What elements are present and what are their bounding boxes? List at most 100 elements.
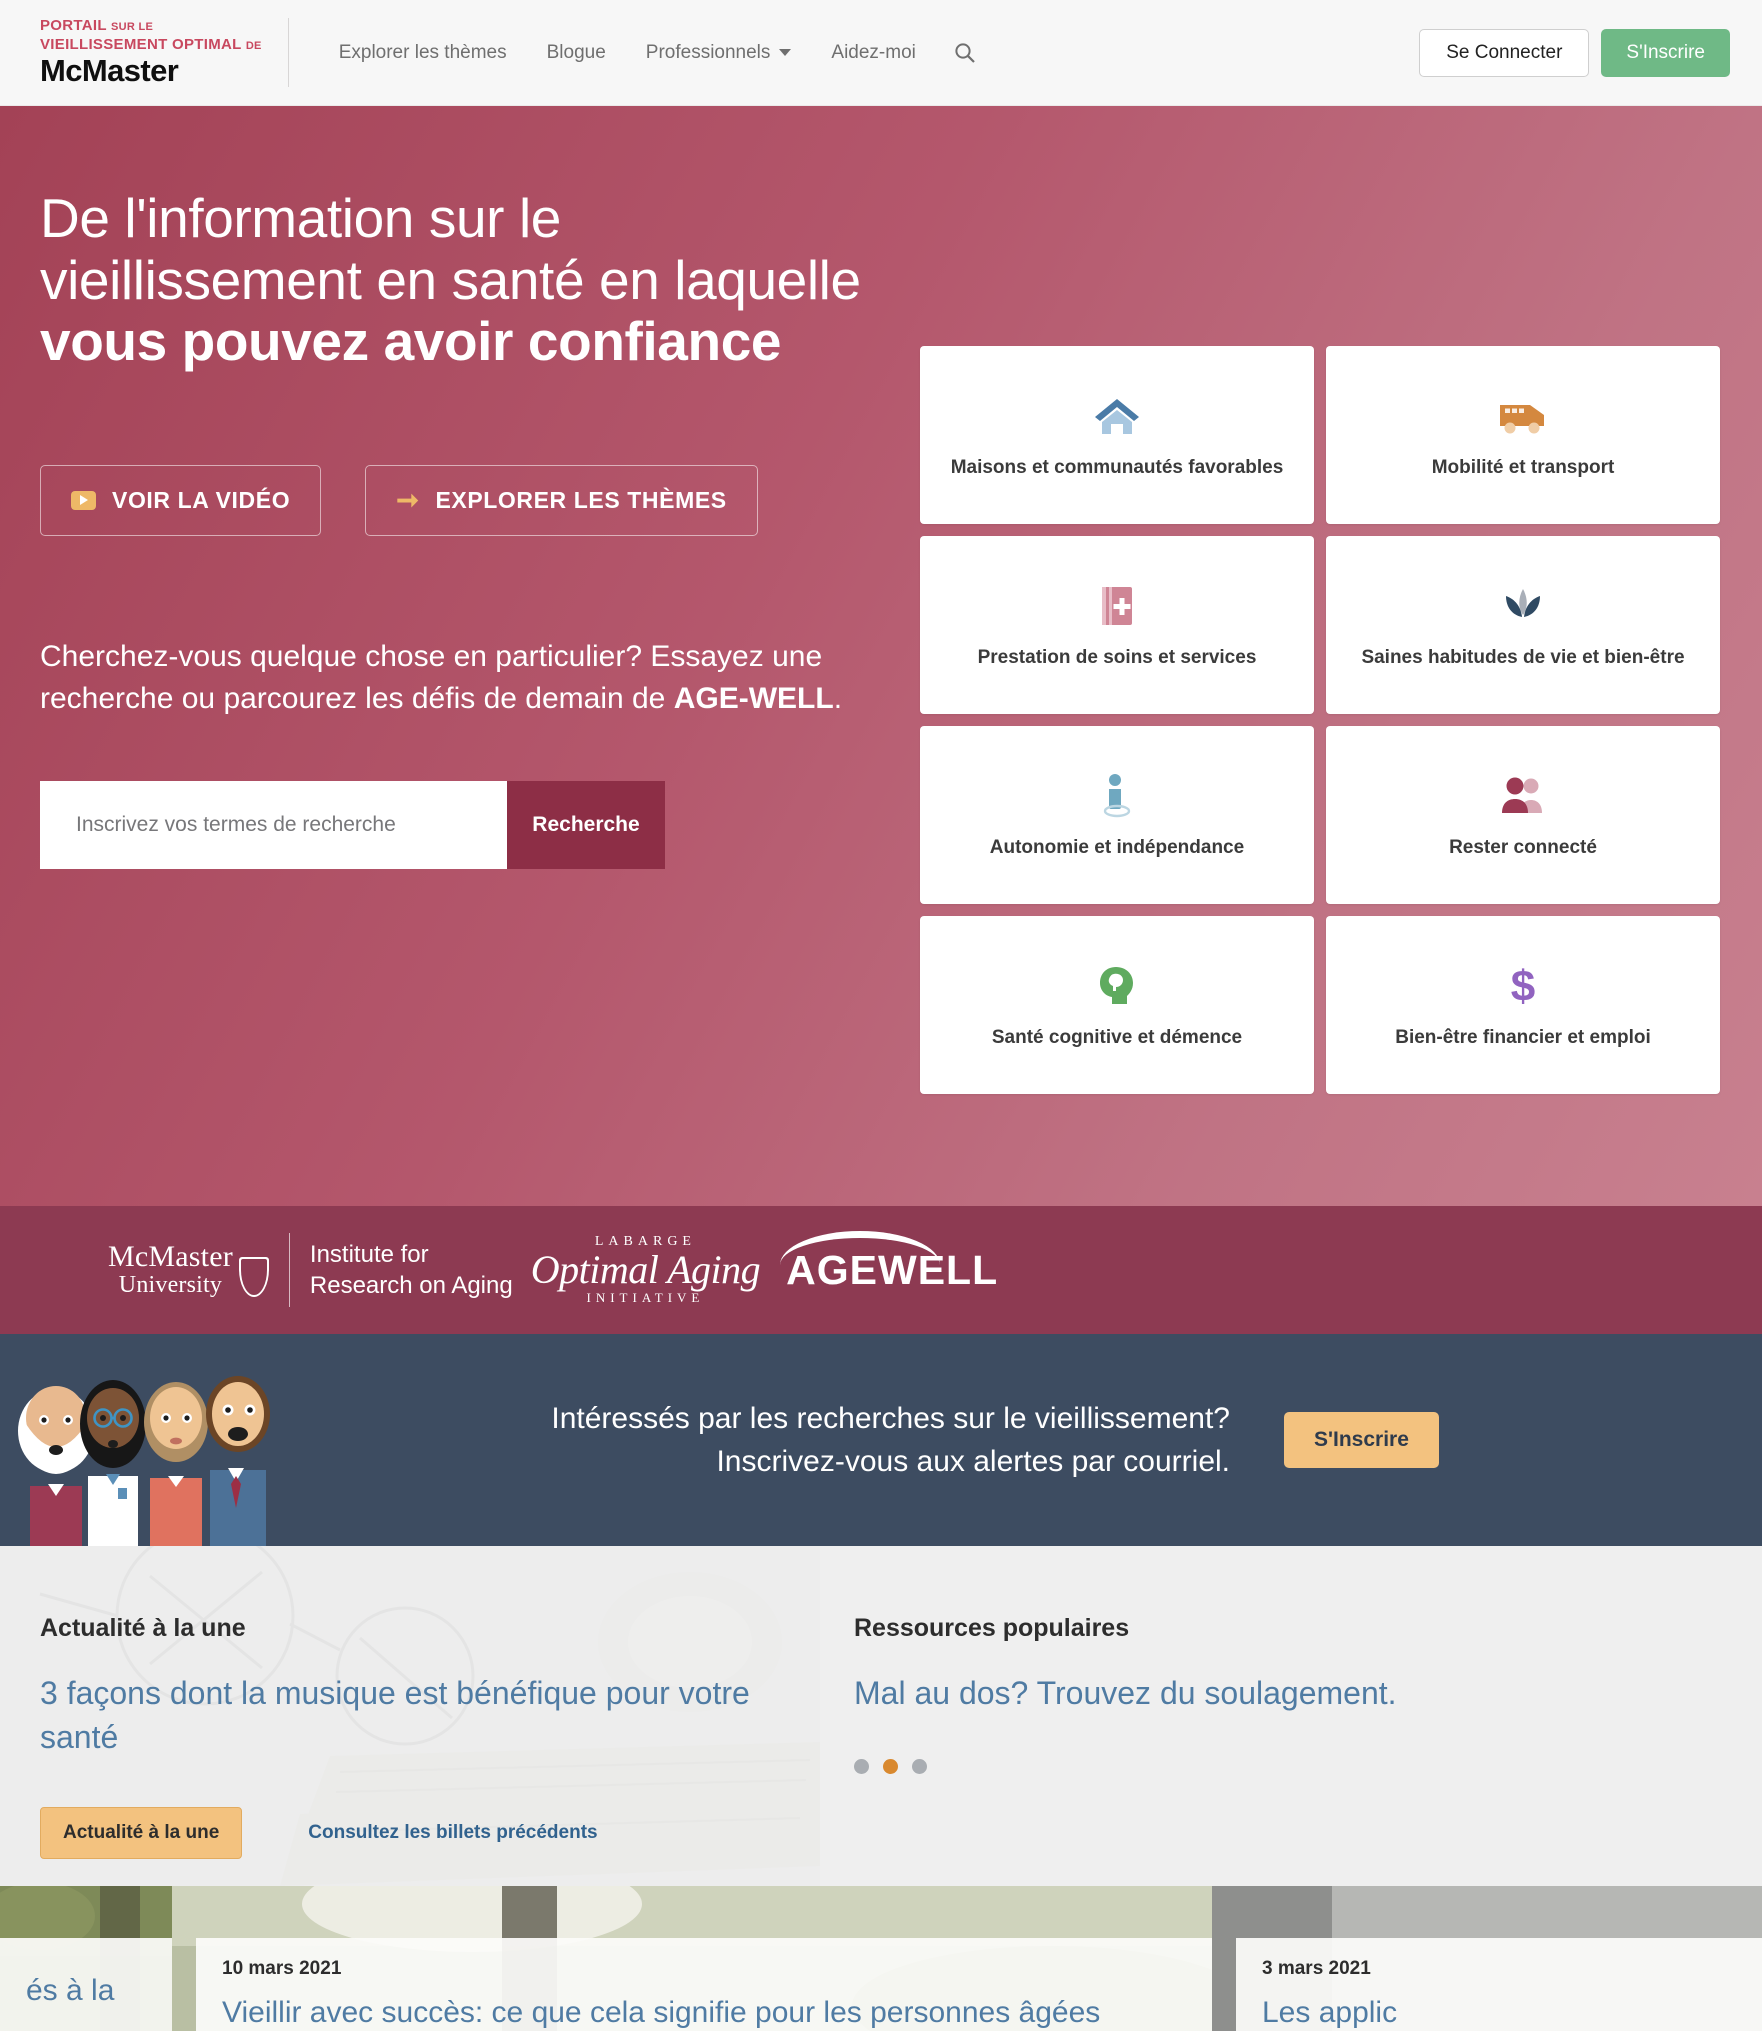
carousel-dot-2[interactable] xyxy=(883,1759,898,1775)
post-card-body-2: 10 mars 2021 Vieillir avec succès: ce qu… xyxy=(196,1938,1212,2031)
hero-right-column: Maisons et communautés favorables Mobili… xyxy=(920,188,1722,1206)
topic-card-autonomie-et-independance[interactable]: Autonomie et indépendance xyxy=(920,726,1314,904)
hero-heading: De l'information sur le vieillissement e… xyxy=(40,187,880,373)
search-icon[interactable] xyxy=(936,32,994,74)
lotus-leaf-icon xyxy=(1501,579,1545,633)
main-menu: Explorer les thèmes Blogue Professionnel… xyxy=(319,32,994,74)
blog-post-card-3[interactable]: 3 mars 2021 Les applic xyxy=(1212,1886,1762,2031)
bus-icon xyxy=(1496,389,1550,443)
head-brain-icon xyxy=(1094,959,1140,1013)
people-illustration xyxy=(18,1376,270,1546)
blog-post-card-2[interactable]: 10 mars 2021 Vieillir avec succès: ce qu… xyxy=(172,1886,1212,2031)
popular-resources-kicker: Ressources populaires xyxy=(854,1614,1130,1642)
site-logo[interactable]: PORTAIL SUR LE VIEILLISSEMENT OPTIMAL DE… xyxy=(40,17,288,88)
topic-card-maisons-et-communautes-favorables[interactable]: Maisons et communautés favorables xyxy=(920,346,1314,524)
topic-card-grid: Maisons et communautés favorables Mobili… xyxy=(920,346,1720,1094)
featured-news-actions: Actualité à la une Consultez les billets… xyxy=(40,1807,800,1860)
newsletter-signup-band: Intéressés par les recherches sur le vie… xyxy=(0,1334,1762,1546)
blog-post-strip: és à la 10 mars 2021 Vieillir avec succè… xyxy=(0,1886,1762,2031)
newsletter-signup-button[interactable]: S'Inscrire xyxy=(1284,1412,1439,1468)
topic-card-prestation-de-soins-et-services[interactable]: Prestation de soins et services xyxy=(920,536,1314,714)
topic-card-label: Autonomie et indépendance xyxy=(989,837,1245,859)
two-people-icon xyxy=(1498,769,1548,823)
house-icon xyxy=(1092,389,1142,443)
post-card-body-1: és à la xyxy=(0,1938,172,2031)
carousel-dots xyxy=(854,1759,1722,1775)
chevron-down-icon xyxy=(779,49,792,56)
search-input[interactable] xyxy=(40,780,507,869)
topic-card-sante-cognitive-et-demence[interactable]: Santé cognitive et démence xyxy=(920,916,1314,1094)
popular-resources-column: Ressources populaires Mal au dos? Trouve… xyxy=(800,1614,1722,1886)
mcmaster-university-logo: McMaster University xyxy=(108,1242,269,1298)
partner-logo-band: McMaster University Institute for Resear… xyxy=(0,1206,1762,1334)
watch-video-label: VOIR LA VIDÉO xyxy=(112,486,291,513)
brand-mcmaster: McMaster xyxy=(40,53,179,89)
popular-resource-title[interactable]: Mal au dos? Trouvez du soulagement. xyxy=(854,1671,1722,1715)
topic-card-mobilite-et-transport[interactable]: Mobilité et transport xyxy=(1326,346,1720,524)
hero-left-column: De l'information sur le vieillissement e… xyxy=(40,187,920,1206)
featured-news-title[interactable]: 3 façons dont la musique est bénéfique p… xyxy=(40,1671,800,1759)
post-date-3: 3 mars 2021 xyxy=(1262,1958,1371,1979)
nav-item-professionnels[interactable]: Professionnels xyxy=(626,32,812,74)
newsletter-copy: Intéressés par les recherches sur le vie… xyxy=(540,1397,1230,1484)
post-title-3[interactable]: Les applic xyxy=(1262,1994,1736,2031)
post-title-2[interactable]: Vieillir avec succès: ce que cela signif… xyxy=(222,1994,1186,2031)
nav-item-aidez-moi[interactable]: Aidez-moi xyxy=(811,32,935,74)
hero-heading-light: De l'information sur le vieillissement e… xyxy=(40,187,861,311)
topic-card-label: Saines habitudes de vie et bien-être xyxy=(1361,647,1685,669)
labarge-optimal-aging-initiative-logo: LABARGE Optimal Aging INITIATIVE xyxy=(530,1234,761,1305)
carousel-dot-3[interactable] xyxy=(912,1759,927,1775)
topic-card-label: Maisons et communautés favorables xyxy=(950,457,1284,479)
newsletter-line-2: Inscrivez-vous aux alertes par courriel. xyxy=(716,1445,1230,1478)
agewell-arc-icon xyxy=(780,1230,941,1265)
topic-card-rester-connecte[interactable]: Rester connecté xyxy=(1326,726,1720,904)
previous-posts-link[interactable]: Consultez les billets précédents xyxy=(308,1822,597,1844)
brand-line-2: VIEILLISSEMENT OPTIMAL DE xyxy=(40,35,262,53)
login-button[interactable]: Se Connecter xyxy=(1419,28,1590,77)
post-date-2: 10 mars 2021 xyxy=(222,1958,342,1979)
featured-news-button[interactable]: Actualité à la une xyxy=(40,1807,243,1860)
agewell-logo: AGEWELL xyxy=(780,1230,998,1294)
hero-search-bar: Recherche xyxy=(40,780,665,869)
brand-line-1: PORTAIL SUR LE xyxy=(40,16,154,34)
search-intro-text: Cherchez-vous quelque chose en particuli… xyxy=(40,639,843,716)
topic-card-label: Mobilité et transport xyxy=(1431,457,1615,479)
logo-separator xyxy=(288,1233,290,1307)
institute-for-research-on-aging-logo: Institute for Research on Aging xyxy=(309,1240,513,1299)
hero-heading-bold: vous pouvez avoir confiance xyxy=(40,310,782,373)
featured-content-section: Actualité à la une 3 façons dont la musi… xyxy=(0,1546,1762,1886)
svg-text:$: $ xyxy=(1511,962,1535,1010)
topic-card-label: Santé cognitive et démence xyxy=(991,1027,1243,1049)
featured-news-kicker: Actualité à la une xyxy=(40,1614,246,1642)
explore-themes-label: EXPLORER LES THÈMES xyxy=(435,486,727,513)
standing-person-icon xyxy=(1096,769,1138,823)
topic-card-bien-etre-financier-et-emploi[interactable]: $ Bien-être financier et emploi xyxy=(1326,916,1720,1094)
featured-news-column: Actualité à la une 3 façons dont la musi… xyxy=(40,1614,800,1886)
topic-card-label: Prestation de soins et services xyxy=(977,647,1257,669)
hero-section: De l'information sur le vieillissement e… xyxy=(0,106,1762,1206)
hero-cta-group: VOIR LA VIDÉO ➞ EXPLORER LES THÈMES xyxy=(40,464,880,536)
account-actions: Se Connecter S'Inscrire xyxy=(1419,28,1730,77)
top-navigation-bar: PORTAIL SUR LE VIEILLISSEMENT OPTIMAL DE… xyxy=(0,0,1762,106)
post-title-1[interactable]: és à la xyxy=(26,1972,146,2010)
search-submit-button[interactable]: Recherche xyxy=(507,780,665,869)
first-aid-book-icon xyxy=(1097,579,1137,633)
explore-themes-button[interactable]: ➞ EXPLORER LES THÈMES xyxy=(365,464,758,536)
play-icon xyxy=(71,490,96,510)
topic-card-label: Rester connecté xyxy=(1449,837,1597,859)
nav-item-explorer-les-themes[interactable]: Explorer les thèmes xyxy=(319,32,527,74)
topic-card-label: Bien-être financier et emploi xyxy=(1395,1027,1651,1049)
arrow-right-icon: ➞ xyxy=(396,484,420,515)
watch-video-button[interactable]: VOIR LA VIDÉO xyxy=(40,464,322,536)
logo-divider xyxy=(287,18,289,87)
post-card-body-3: 3 mars 2021 Les applic xyxy=(1236,1938,1762,2031)
topic-card-saines-habitudes-de-vie-et-bien-etre[interactable]: Saines habitudes de vie et bien-être xyxy=(1326,536,1720,714)
mcmaster-crest-icon xyxy=(238,1256,269,1297)
carousel-dot-1[interactable] xyxy=(854,1759,869,1775)
signup-button[interactable]: S'Inscrire xyxy=(1601,28,1730,77)
blog-post-card-1[interactable]: és à la xyxy=(0,1886,172,2031)
nav-item-blogue[interactable]: Blogue xyxy=(527,32,626,74)
newsletter-line-1: Intéressés par les recherches sur le vie… xyxy=(551,1401,1230,1435)
dollar-sign-icon: $ xyxy=(1505,959,1541,1013)
partner-logo-row: McMaster University Institute for Resear… xyxy=(108,1230,998,1307)
